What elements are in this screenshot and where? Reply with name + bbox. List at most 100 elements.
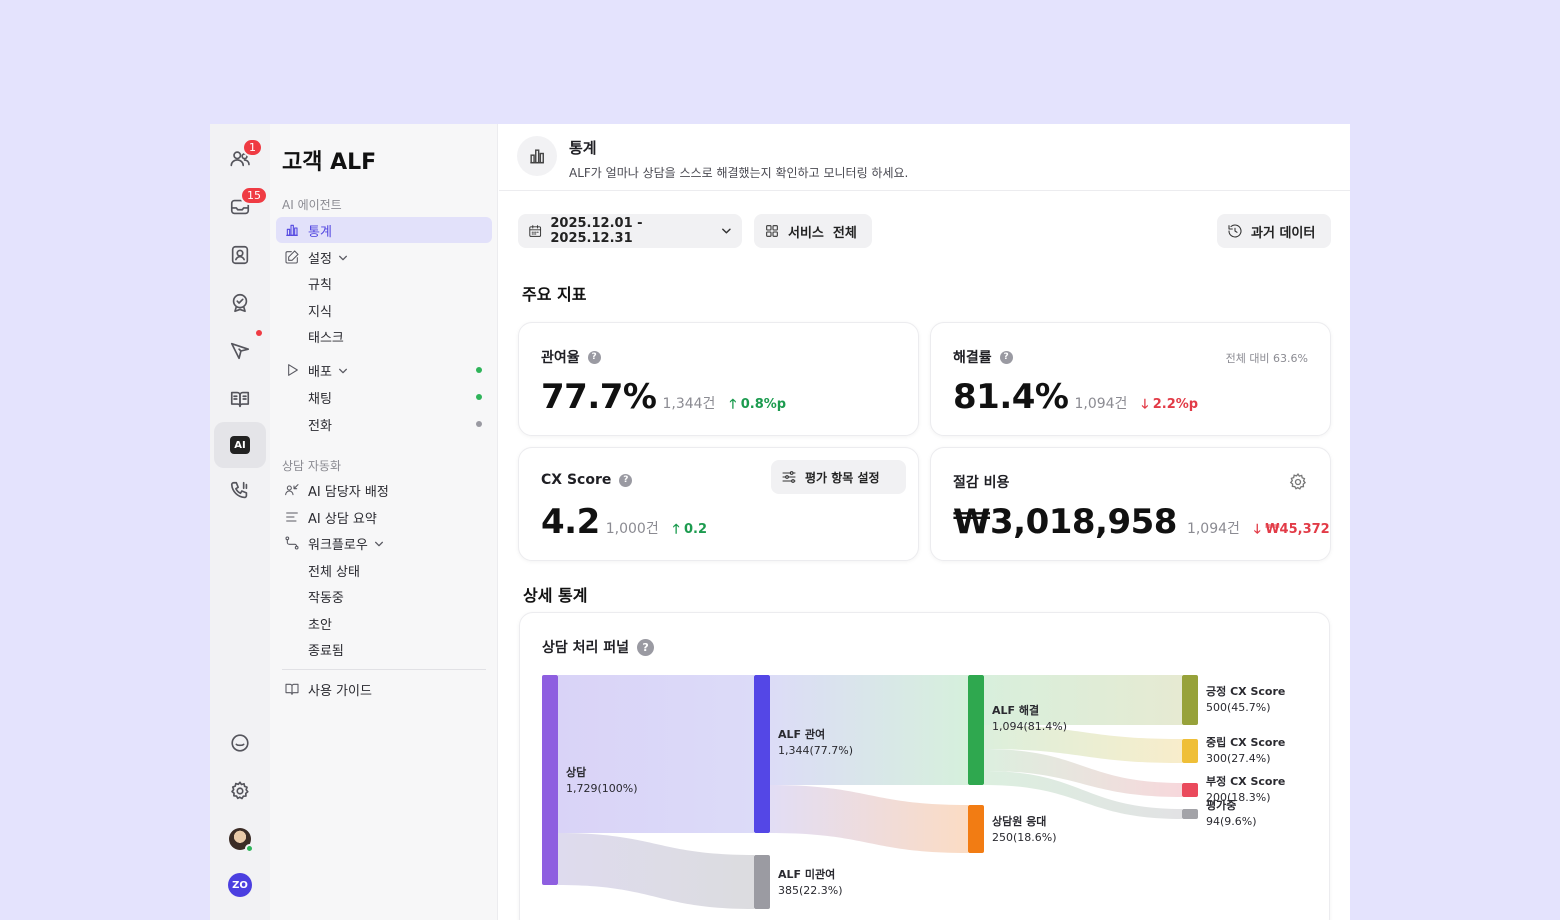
rail-badge-button[interactable] [214,280,266,326]
metric-value: 77.7% [541,377,657,417]
sidebar-item-guide[interactable]: 사용 가이드 [276,676,492,702]
rail-send-button[interactable] [214,328,266,374]
sankey-node-consult[interactable] [542,675,558,885]
metric-label: CX Score [541,472,612,488]
sankey-link-alf_resolved-positive [984,675,1182,725]
sankey-node-negative[interactable] [1182,783,1198,797]
metric-card-involvement: 관여율 ? 77.7% 1,344건 🡑 0.8%p [518,322,919,436]
funnel-title: 상담 처리 퍼널 [542,640,630,656]
page-title: 통계 [569,139,597,157]
sidebar-item-label: 사용 가이드 [308,683,372,699]
metric-value-row: 4.2 1,000건 🡑 0.2 [541,502,707,542]
help-icon[interactable]: ? [587,350,601,364]
sidebar-item-task[interactable]: 태스크 [276,323,492,349]
chevron-down-icon [338,252,348,262]
metric-card-cx-score: CX Score ? 평가 항목 설정 4.2 1,000건 🡑 0.2 [518,447,919,561]
status-dot-inactive [476,421,482,427]
rail-phone-button[interactable] [214,468,266,514]
sankey-node-value-consult: 1,729(100%) [566,782,638,795]
rail-chat-button[interactable] [214,720,266,766]
history-icon [1228,224,1242,238]
rail-people-button[interactable]: 1 [214,136,266,182]
sankey-node-name-alf_involved: ALF 관여 [778,727,825,741]
metric-delta: 🡓 ₩45,372 [1253,522,1330,537]
sidebar-item-summary[interactable]: AI 상담 요약 [276,504,492,530]
rail-docs-button[interactable] [214,376,266,422]
bar-chart-icon [286,224,298,236]
help-icon[interactable]: ? [637,638,655,656]
sidebar-section-automation: 상담 자동화 [282,459,342,473]
rail-inbox-button[interactable]: 15 [214,184,268,230]
sankey-node-value-alf_resolved: 1,094(81.4%) [992,720,1067,733]
chevron-down-icon [374,538,384,548]
sankey-node-name-agent: 상담원 응대 [992,814,1046,828]
metric-delta: 🡑 0.8%p [729,397,787,412]
metric-value: 81.4% [953,377,1069,417]
sidebar-item-chat[interactable]: 채팅 [276,384,492,410]
sankey-node-alf_resolved[interactable] [968,675,984,785]
sidebar-item-assign[interactable]: AI 담당자 배정 [276,477,492,503]
sankey-node-neutral[interactable] [1182,739,1198,763]
help-icon[interactable]: ? [999,350,1013,364]
service-filter-button[interactable]: 서비스 전체 [754,214,872,248]
metric-label-row: 관여율 ? [541,347,601,367]
sidebar-item-knowledge[interactable]: 지식 [276,297,492,323]
delta-value: 2.2%p [1152,397,1199,412]
contact-card-icon [231,245,249,265]
sidebar-item-ended[interactable]: 종료됨 [276,636,492,662]
sidebar: 고객 ALF AI 에이전트 통계 설정 규칙 지식 태스크 배포 채팅 전화 … [270,124,498,920]
sankey-node-name-alf_resolved: ALF 해결 [992,703,1039,717]
metric-value: ₩3,018,958 [953,502,1177,542]
rail-workspace-button[interactable]: ZO [214,862,266,908]
rail-profile-button[interactable] [214,816,266,862]
sidebar-item-rules[interactable]: 규칙 [276,270,492,296]
sankey-node-alf_involved[interactable] [754,675,770,833]
savings-settings-button[interactable] [1288,472,1308,492]
funnel-label-row: 상담 처리 퍼널 ? [542,637,655,657]
status-dot-active [476,394,482,400]
metric-card-savings: 절감 비용 ₩3,018,958 1,094건 🡓 ₩45,372 [930,447,1331,561]
help-icon[interactable]: ? [619,473,633,487]
sankey-node-pending[interactable] [1182,809,1198,819]
sankey-node-positive[interactable] [1182,675,1198,725]
sidebar-divider [282,669,486,670]
metric-count: 1,094건 [1074,396,1128,412]
main-content: 통계 ALF가 얼마나 상담을 스스로 해결했는지 확인하고 모니터링 하세요.… [499,124,1350,920]
metric-value-row: 81.4% 1,094건 🡓 2.2%p [953,377,1198,417]
header-chart-icon [517,136,557,176]
date-range-picker[interactable]: 2025.12.01 - 2025.12.31 [518,214,742,248]
sidebar-item-label: 워크플로우 [308,537,368,553]
sankey-node-value-pending: 94(9.6%) [1206,815,1257,828]
sankey-node-agent[interactable] [968,805,984,853]
phone-icon [230,481,248,499]
sidebar-item-label: AI 상담 요약 [308,511,377,527]
sidebar-item-draft[interactable]: 초안 [276,610,492,636]
funnel-card: 상담 처리 퍼널 ? 상담 1,729(100%) ALF 관여 1,344(77.7… [519,612,1330,920]
workflow-icon [285,536,299,550]
sidebar-item-phone[interactable]: 전화 [276,411,492,437]
rail-contacts-button[interactable] [214,232,266,278]
sidebar-item-label: AI 담당자 배정 [308,484,389,500]
sankey-node-alf_not[interactable] [754,855,770,909]
history-data-button[interactable]: 과거 데이터 [1217,214,1331,248]
metric-label: 절감 비용 [953,475,1010,491]
chevron-down-icon [338,365,348,375]
sidebar-item-deploy[interactable]: 배포 [276,357,492,383]
notification-badge: 1 [242,138,263,157]
sidebar-item-running[interactable]: 작동중 [276,583,492,609]
sidebar-item-workflow[interactable]: 워크플로우 [276,530,492,556]
award-icon [232,293,248,313]
sankey-node-value-positive: 500(45.7%) [1206,701,1271,714]
status-dot-active [476,367,482,373]
sidebar-item-settings[interactable]: 설정 [276,244,492,270]
online-status-dot [245,844,254,853]
sidebar-item-label: 전화 [308,418,332,434]
rail-ai-button[interactable]: AI [214,422,266,468]
ai-icon: AI [230,436,250,454]
metric-card-resolution: 해결률 ? 전체 대비 63.6% 81.4% 1,094건 🡓 2.2%p [930,322,1331,436]
rail-settings-button[interactable] [214,768,266,814]
text-lines-icon [286,512,298,522]
evaluation-settings-button[interactable]: 평가 항목 설정 [771,460,906,494]
sidebar-item-all-status[interactable]: 전체 상태 [276,557,492,583]
sidebar-item-stats[interactable]: 통계 [276,217,492,243]
